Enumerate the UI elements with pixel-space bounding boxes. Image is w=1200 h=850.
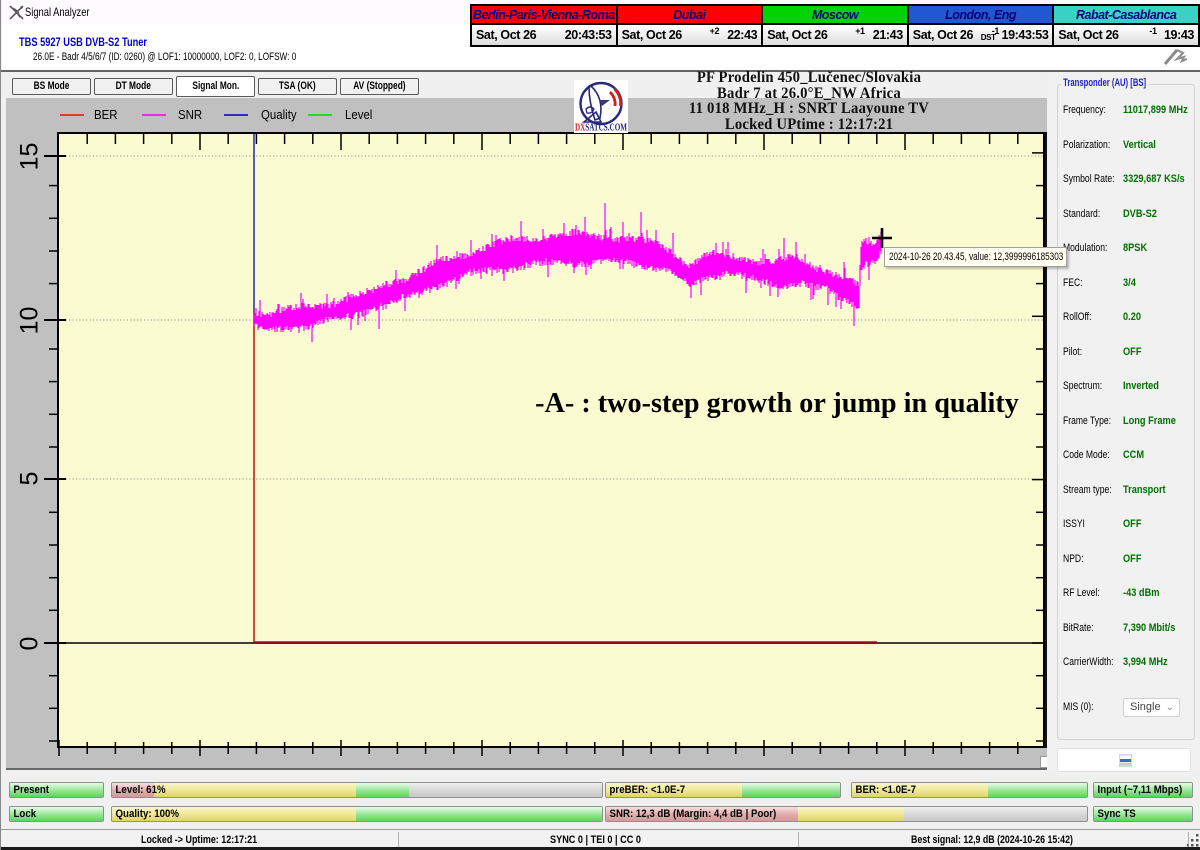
svg-text:DXSATCS.COM: DXSATCS.COM (575, 123, 627, 134)
